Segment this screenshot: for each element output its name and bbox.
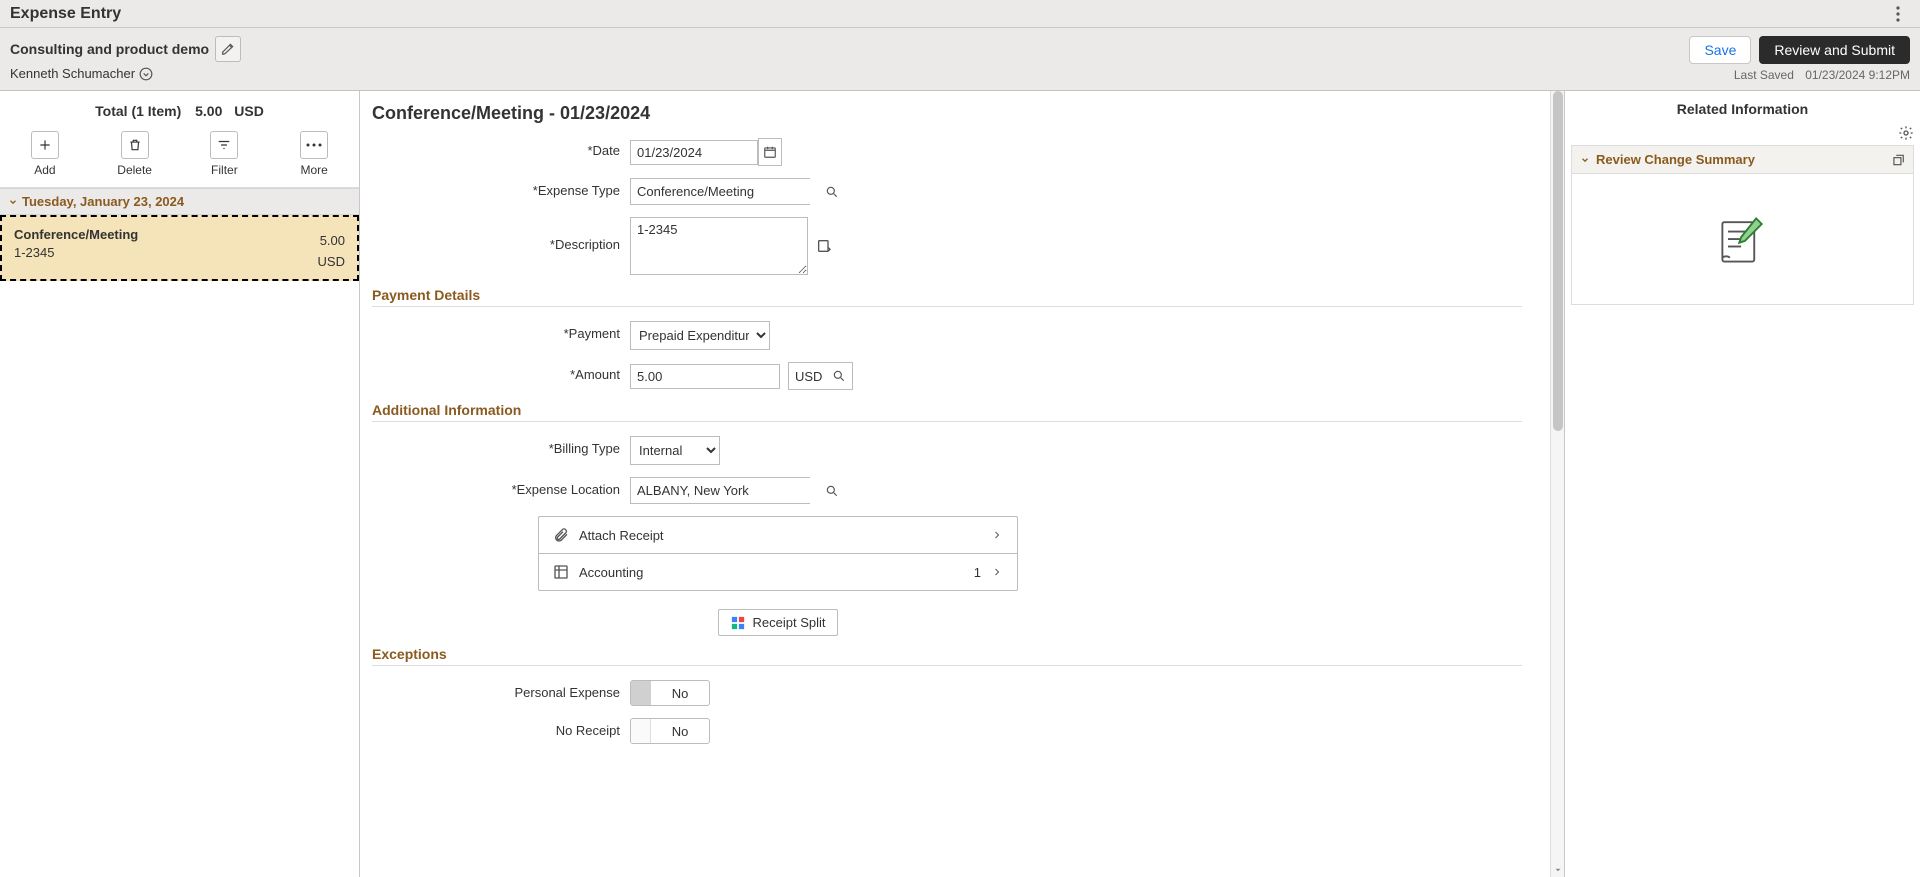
- total-row: Total (1 Item) 5.00 USD: [0, 91, 359, 127]
- date-input[interactable]: [630, 140, 758, 165]
- expense-type-lookup[interactable]: [819, 185, 845, 199]
- label-no-receipt: No Receipt: [372, 718, 630, 738]
- label-billing-type: *Billing Type: [372, 436, 630, 456]
- expense-item-amount: 5.00: [318, 233, 345, 248]
- top-bar: Expense Entry: [0, 0, 1920, 28]
- paperclip-icon: [553, 527, 569, 543]
- edit-title-button[interactable]: [215, 36, 241, 62]
- review-change-summary-card: Review Change Summary: [1571, 145, 1914, 305]
- gear-icon: [1898, 125, 1914, 141]
- chevron-down-icon: [1553, 865, 1563, 875]
- summary-header-toggle[interactable]: Review Change Summary: [1580, 152, 1755, 167]
- more-vertical-icon: [1896, 6, 1900, 22]
- section-payment-details: Payment Details: [372, 287, 1522, 307]
- left-toolbar: Add Delete Filter More: [0, 127, 359, 188]
- pencil-icon: [221, 42, 235, 56]
- expense-item-type: Conference/Meeting: [14, 227, 138, 242]
- label-date: *Date: [372, 138, 630, 158]
- plus-icon: [38, 138, 52, 152]
- expense-location-lookup[interactable]: [819, 484, 845, 498]
- expense-type-input[interactable]: [631, 179, 819, 204]
- save-button[interactable]: Save: [1689, 36, 1751, 64]
- form-title: Conference/Meeting - 01/23/2024: [372, 103, 1522, 124]
- left-panel: Total (1 Item) 5.00 USD Add Delete Filte…: [0, 91, 360, 877]
- search-icon: [832, 369, 846, 383]
- summary-body: [1572, 174, 1913, 304]
- date-picker-button[interactable]: [758, 138, 782, 166]
- search-icon: [825, 185, 839, 199]
- user-selector[interactable]: Kenneth Schumacher: [10, 66, 241, 81]
- chevron-down-circle-icon: [139, 67, 153, 81]
- form-scroll[interactable]: Conference/Meeting - 01/23/2024 *Date *E…: [360, 91, 1550, 877]
- expense-item-desc: 1-2345: [14, 245, 138, 260]
- review-submit-button[interactable]: Review and Submit: [1759, 36, 1910, 64]
- filter-button[interactable]: Filter: [184, 131, 264, 177]
- trash-icon: [128, 138, 142, 152]
- accounting-icon: [553, 564, 569, 580]
- currency-lookup[interactable]: USD: [788, 362, 853, 390]
- summary-expand-button[interactable]: [1891, 153, 1905, 167]
- related-info-header: Related Information: [1565, 91, 1920, 145]
- main-layout: Total (1 Item) 5.00 USD Add Delete Filte…: [0, 91, 1920, 877]
- user-name: Kenneth Schumacher: [10, 66, 135, 81]
- description-expand-button[interactable]: [816, 238, 832, 254]
- payment-select[interactable]: Prepaid Expenditures: [630, 321, 770, 350]
- personal-expense-toggle[interactable]: No: [630, 680, 710, 706]
- scrollbar[interactable]: [1550, 91, 1564, 877]
- related-info-settings[interactable]: [1898, 125, 1914, 141]
- delete-button[interactable]: Delete: [95, 131, 175, 177]
- expense-location-input[interactable]: [631, 478, 819, 503]
- amount-input[interactable]: [630, 364, 780, 389]
- section-additional-info: Additional Information: [372, 402, 1522, 422]
- filter-icon: [217, 138, 231, 152]
- note-expand-icon: [816, 238, 832, 254]
- section-exceptions: Exceptions: [372, 646, 1522, 666]
- sub-header: Consulting and product demo Kenneth Schu…: [0, 28, 1920, 91]
- label-personal-expense: Personal Expense: [372, 680, 630, 700]
- search-icon: [825, 484, 839, 498]
- report-title: Consulting and product demo: [10, 41, 209, 57]
- date-group-header[interactable]: Tuesday, January 23, 2024: [0, 188, 359, 215]
- description-input[interactable]: 1-2345: [630, 217, 808, 275]
- calendar-icon: [763, 145, 777, 159]
- chevron-right-icon: [991, 529, 1003, 541]
- split-icon: [731, 616, 745, 630]
- scrollbar-thumb[interactable]: [1553, 91, 1563, 431]
- right-panel: Related Information Review Change Summar…: [1564, 91, 1920, 877]
- add-button[interactable]: Add: [5, 131, 85, 177]
- panel-group: Attach Receipt Accounting 1: [538, 516, 1018, 591]
- attach-receipt-row[interactable]: Attach Receipt: [539, 517, 1017, 553]
- expense-item[interactable]: Conference/Meeting 1-2345 5.00 USD: [0, 215, 359, 281]
- expense-item-currency: USD: [318, 254, 345, 269]
- chevron-down-icon: [8, 197, 18, 207]
- expand-icon: [1891, 153, 1905, 167]
- label-description: *Description: [372, 217, 630, 252]
- chevron-down-icon: [1580, 155, 1590, 165]
- label-expense-type: *Expense Type: [372, 178, 630, 198]
- last-saved: Last Saved 01/23/2024 9:12PM: [1734, 68, 1910, 82]
- label-payment: *Payment: [372, 321, 630, 341]
- more-horizontal-icon: [306, 142, 322, 148]
- chevron-right-icon: [991, 566, 1003, 578]
- accounting-row[interactable]: Accounting 1: [539, 553, 1017, 590]
- label-amount: *Amount: [372, 362, 630, 382]
- scrollbar-down-button[interactable]: [1551, 863, 1564, 877]
- label-expense-location: *Expense Location: [372, 477, 630, 497]
- notepad-pencil-icon: [1713, 209, 1773, 269]
- billing-type-select[interactable]: Internal: [630, 436, 720, 465]
- more-button[interactable]: More: [274, 131, 354, 177]
- center-panel: Conference/Meeting - 01/23/2024 *Date *E…: [360, 91, 1564, 877]
- receipt-split-button[interactable]: Receipt Split: [718, 609, 839, 636]
- kebab-menu[interactable]: [1886, 2, 1910, 26]
- no-receipt-toggle[interactable]: No: [630, 718, 710, 744]
- page-title: Expense Entry: [10, 5, 121, 23]
